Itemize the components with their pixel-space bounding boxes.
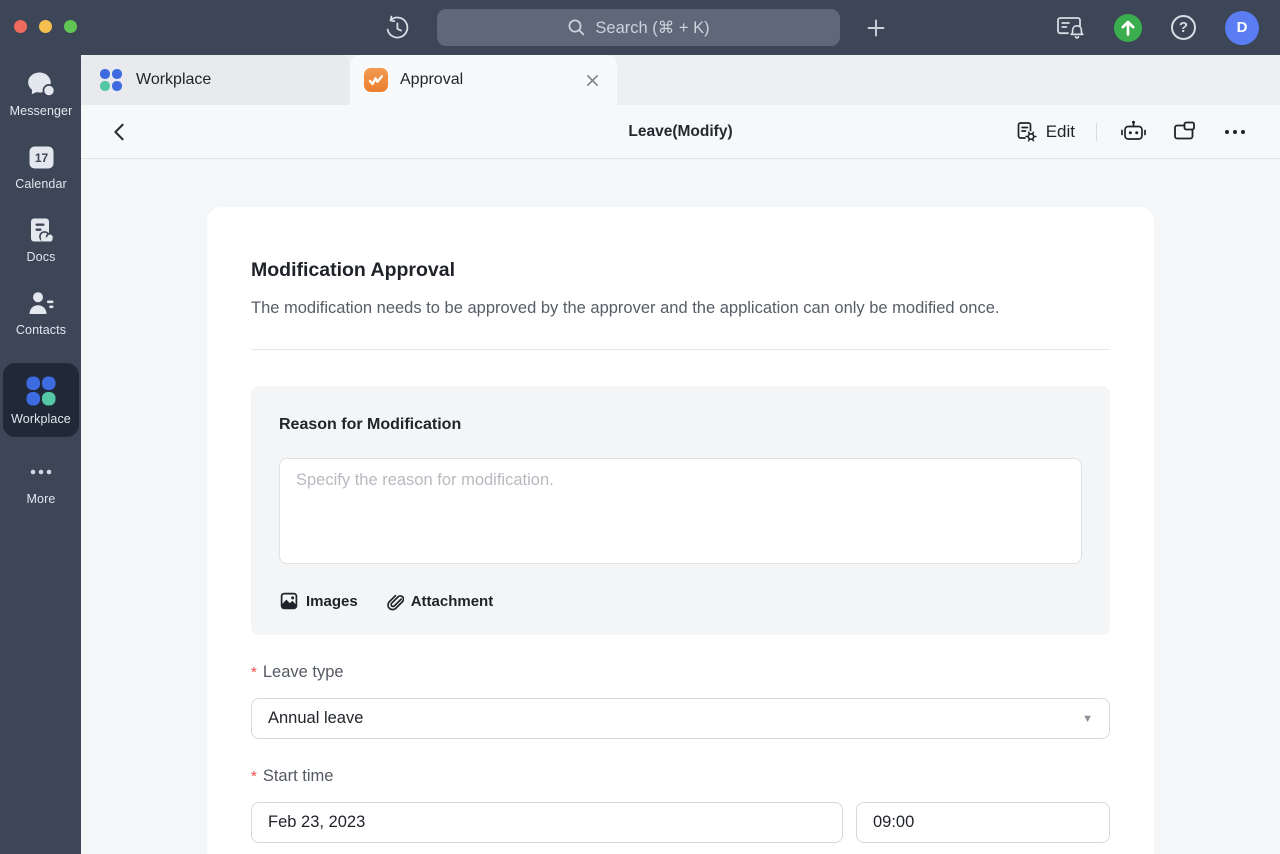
- messenger-icon: [27, 71, 56, 98]
- reason-label: Reason for Modification: [279, 416, 1082, 434]
- user-avatar[interactable]: D: [1225, 11, 1259, 45]
- images-label: Images: [306, 593, 358, 610]
- help-button[interactable]: ?: [1171, 15, 1196, 40]
- zoom-window-button[interactable]: [64, 20, 77, 33]
- leave-type-value: Annual leave: [268, 709, 1082, 728]
- search-placeholder: Search (⌘ + K): [595, 18, 709, 38]
- close-icon: [585, 73, 600, 88]
- sidebar-label: Messenger: [10, 104, 73, 118]
- content-area: Modification Approval The modification n…: [81, 159, 1280, 854]
- start-date-input[interactable]: [251, 802, 843, 843]
- picture-in-picture-icon: [1172, 120, 1197, 144]
- attach-row: Images Attachment: [279, 591, 1082, 611]
- divider: [251, 349, 1110, 350]
- sidebar-label: Docs: [27, 250, 56, 264]
- announcements-button[interactable]: [1055, 13, 1085, 43]
- workplace-icon: [26, 376, 56, 406]
- history-icon: [384, 15, 410, 41]
- titlebar: Search (⌘ + K): [0, 0, 1280, 55]
- ellipsis-icon: [1222, 119, 1248, 145]
- contacts-icon: [27, 290, 55, 317]
- chevron-down-icon: ▼: [1082, 713, 1093, 725]
- app-sidebar: Messenger 17 Calendar Docs: [0, 55, 81, 854]
- add-images-button[interactable]: Images: [279, 591, 358, 611]
- leave-type-field: * Leave type Annual leave ▼: [251, 663, 1110, 739]
- edit-label: Edit: [1046, 122, 1075, 142]
- start-time-field: * Start time: [251, 767, 1110, 843]
- approval-app-icon: [364, 68, 388, 92]
- approval-bot-button[interactable]: [1118, 117, 1148, 147]
- form-description: The modification needs to be approved by…: [251, 294, 1089, 322]
- approval-form-card: Modification Approval The modification n…: [207, 207, 1154, 854]
- paperclip-icon: [384, 591, 404, 611]
- reason-textarea[interactable]: [279, 458, 1082, 564]
- tab-label: Workplace: [136, 71, 211, 89]
- sidebar-item-calendar[interactable]: 17 Calendar: [3, 144, 79, 191]
- sidebar-label: More: [27, 492, 56, 506]
- tab-approval[interactable]: Approval: [350, 55, 617, 105]
- svg-text:17: 17: [34, 151, 48, 165]
- page-header: Leave(Modify): [81, 105, 1280, 159]
- docs-icon: [27, 217, 55, 244]
- required-asterisk: *: [251, 664, 257, 681]
- screen-bell-icon: [1056, 15, 1084, 40]
- sidebar-item-workplace[interactable]: Workplace: [3, 363, 79, 437]
- close-window-button[interactable]: [14, 20, 27, 33]
- required-asterisk: *: [251, 768, 257, 785]
- tab-label: Approval: [400, 71, 569, 89]
- attachment-label: Attachment: [411, 593, 494, 610]
- separator: [1096, 123, 1097, 141]
- search-icon: [567, 18, 586, 37]
- edit-button[interactable]: Edit: [1014, 120, 1075, 144]
- more-actions-button[interactable]: [1220, 117, 1250, 147]
- tab-strip: Workplace Approval: [81, 55, 1280, 105]
- new-tab-button[interactable]: [862, 14, 890, 42]
- edit-form-icon: [1014, 120, 1038, 144]
- tab-workplace[interactable]: Workplace: [81, 55, 350, 105]
- reason-section: Reason for Modification Images: [251, 386, 1110, 635]
- start-time-label: * Start time: [251, 767, 1110, 786]
- sidebar-item-docs[interactable]: Docs: [3, 217, 79, 264]
- window-controls: [14, 20, 77, 33]
- image-icon: [279, 591, 299, 611]
- close-tab-button[interactable]: [581, 69, 603, 91]
- open-in-window-button[interactable]: [1169, 117, 1199, 147]
- sidebar-label: Contacts: [16, 323, 66, 337]
- robot-icon: [1120, 119, 1147, 145]
- workplace-tab-icon: [99, 68, 123, 92]
- calendar-icon: 17: [27, 144, 56, 171]
- history-button[interactable]: [383, 14, 411, 42]
- sidebar-label: Workplace: [11, 412, 71, 426]
- leave-type-select[interactable]: Annual leave ▼: [251, 698, 1110, 739]
- add-attachment-button[interactable]: Attachment: [384, 591, 494, 611]
- question-mark-icon: ?: [1179, 19, 1188, 36]
- start-time-input[interactable]: [856, 802, 1110, 843]
- leave-type-label: * Leave type: [251, 663, 1110, 682]
- avatar-initial: D: [1237, 19, 1248, 36]
- titlebar-right-actions: ? D: [1055, 0, 1259, 55]
- header-actions: Edit: [1014, 105, 1250, 159]
- minimize-window-button[interactable]: [39, 20, 52, 33]
- more-dots-icon: [26, 459, 56, 486]
- form-title: Modification Approval: [251, 259, 1110, 282]
- sidebar-label: Calendar: [15, 177, 67, 191]
- arrow-up-icon: [1114, 14, 1142, 42]
- plus-icon: [864, 16, 888, 40]
- sidebar-item-contacts[interactable]: Contacts: [3, 290, 79, 337]
- sidebar-item-messenger[interactable]: Messenger: [3, 71, 79, 118]
- sidebar-item-more[interactable]: More: [3, 459, 79, 506]
- upgrade-button[interactable]: [1114, 14, 1142, 42]
- search-input[interactable]: Search (⌘ + K): [437, 9, 840, 46]
